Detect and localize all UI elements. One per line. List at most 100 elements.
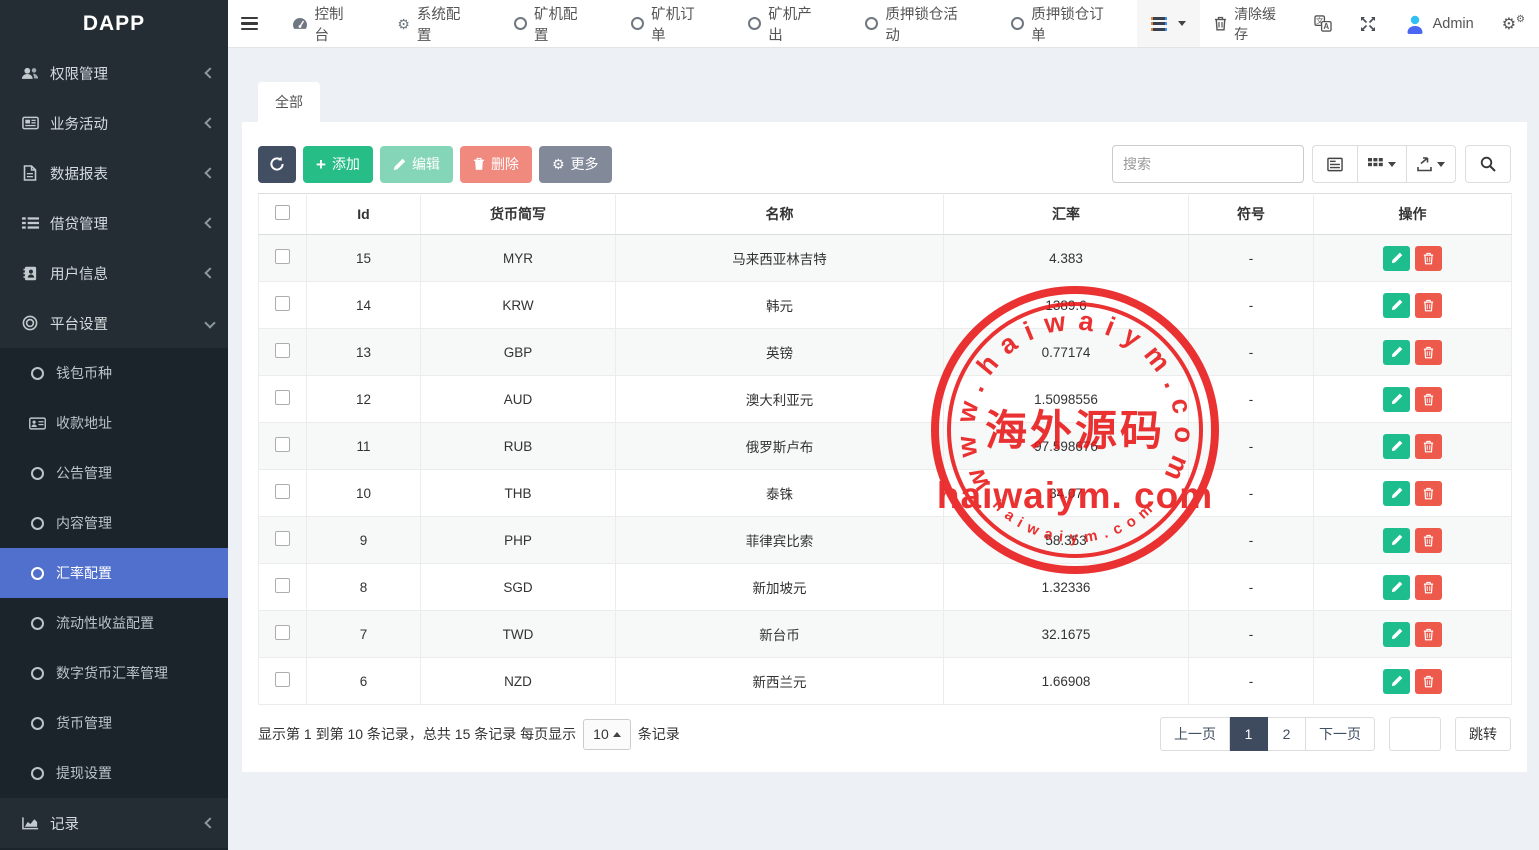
row-checkbox[interactable] <box>275 390 290 405</box>
row-delete-button[interactable] <box>1415 340 1442 365</box>
nav-item-system-config[interactable]: ⚙ 系统配置 <box>377 0 494 47</box>
row-edit-button[interactable] <box>1383 669 1410 694</box>
row-delete-button[interactable] <box>1415 528 1442 553</box>
row-delete-button[interactable] <box>1415 293 1442 318</box>
row-edit-button[interactable] <box>1383 622 1410 647</box>
nav-item-miner-orders[interactable]: 矿机订单 <box>611 0 728 47</box>
prev-page-button[interactable]: 上一页 <box>1160 717 1230 751</box>
nav-item-miner-output[interactable]: 矿机产出 <box>728 0 845 47</box>
sidebar-item-label: 记录 <box>50 813 206 834</box>
row-edit-button[interactable] <box>1383 528 1410 553</box>
sidebar-item-label: 货币管理 <box>56 713 112 733</box>
clear-cache-button[interactable]: 清除缓存 <box>1200 0 1300 47</box>
search-input[interactable] <box>1112 145 1304 183</box>
admin-user-menu[interactable]: Admin <box>1390 0 1488 47</box>
row-checkbox[interactable] <box>275 531 290 546</box>
sidebar-item-business[interactable]: 业务活动 <box>0 98 228 148</box>
table-row: 7 TWD 新台币 32.1675 - <box>259 611 1512 658</box>
sidebar-item-lending[interactable]: 借贷管理 <box>0 198 228 248</box>
page-button-1[interactable]: 1 <box>1230 717 1268 751</box>
row-checkbox[interactable] <box>275 672 290 687</box>
cell-rate: 1.66908 <box>944 658 1189 705</box>
sidebar-item-records[interactable]: 记录 <box>0 798 228 848</box>
sidebar-item-wallet-coins[interactable]: 钱包币种 <box>0 348 228 398</box>
cogs-icon[interactable]: ⚙⚙ <box>1488 0 1539 47</box>
sidebar-item-permissions[interactable]: 权限管理 <box>0 48 228 98</box>
newspaper-icon <box>18 116 42 130</box>
row-edit-button[interactable] <box>1383 434 1410 459</box>
col-header-symbol[interactable]: 符号 <box>1189 194 1314 235</box>
select-all-checkbox[interactable] <box>275 205 290 220</box>
nav-menu-dropdown-button[interactable] <box>1137 0 1200 47</box>
nav-item-staking-activity[interactable]: 质押锁仓活动 <box>845 0 991 47</box>
row-checkbox[interactable] <box>275 437 290 452</box>
next-page-button[interactable]: 下一页 <box>1306 717 1375 751</box>
sidebar-item-exchange-rate-config[interactable]: 汇率配置 <box>0 548 228 598</box>
page-size-dropdown[interactable]: 10 <box>583 719 631 750</box>
sidebar-toggle-button[interactable] <box>228 0 272 47</box>
sidebar-item-crypto-rate-management[interactable]: 数字货币汇率管理 <box>0 648 228 698</box>
row-edit-button[interactable] <box>1383 481 1410 506</box>
file-icon <box>18 165 42 181</box>
sidebar-item-platform-settings[interactable]: 平台设置 <box>0 298 228 348</box>
sidebar-item-content-management[interactable]: 内容管理 <box>0 498 228 548</box>
chevron-left-icon <box>204 67 215 78</box>
sidebar-item-reports[interactable]: 数据报表 <box>0 148 228 198</box>
language-switch-button[interactable]: 文A <box>1300 0 1346 47</box>
refresh-button[interactable] <box>258 146 296 183</box>
col-header-name[interactable]: 名称 <box>616 194 944 235</box>
col-header-rate[interactable]: 汇率 <box>944 194 1189 235</box>
nav-item-miner-config[interactable]: 矿机配置 <box>494 0 611 47</box>
row-edit-button[interactable] <box>1383 246 1410 271</box>
add-button[interactable]: + 添加 <box>303 146 373 183</box>
more-label: 更多 <box>571 154 599 174</box>
row-checkbox[interactable] <box>275 625 290 640</box>
col-header-code[interactable]: 货币简写 <box>421 194 616 235</box>
row-edit-button[interactable] <box>1383 340 1410 365</box>
nav-item-label: 质押锁仓订单 <box>1031 3 1117 45</box>
sidebar-item-label: 数据报表 <box>50 163 206 184</box>
more-button[interactable]: ⚙ 更多 <box>539 146 612 183</box>
col-header-actions: 操作 <box>1314 194 1512 235</box>
export-button[interactable] <box>1407 145 1456 183</box>
tab-all[interactable]: 全部 <box>258 82 320 122</box>
sidebar-item-payment-address[interactable]: 收款地址 <box>0 398 228 448</box>
row-delete-button[interactable] <box>1415 481 1442 506</box>
sidebar-item-users-info[interactable]: 用户信息 <box>0 248 228 298</box>
jump-button[interactable]: 跳转 <box>1455 717 1511 751</box>
gear-icon: ⚙ <box>397 17 410 31</box>
detail-view-button[interactable] <box>1312 145 1358 183</box>
row-delete-button[interactable] <box>1415 434 1442 459</box>
columns-button[interactable] <box>1358 145 1407 183</box>
sidebar-item-label: 权限管理 <box>50 63 206 84</box>
search-button[interactable] <box>1465 145 1511 183</box>
row-edit-button[interactable] <box>1383 387 1410 412</box>
nav-item-staking-orders[interactable]: 质押锁仓订单 <box>991 0 1137 47</box>
jump-page-input[interactable] <box>1389 717 1441 751</box>
sidebar-item-liquidity-income-config[interactable]: 流动性收益配置 <box>0 598 228 648</box>
edit-button[interactable]: 编辑 <box>380 146 453 183</box>
row-delete-button[interactable] <box>1415 246 1442 271</box>
row-checkbox[interactable] <box>275 343 290 358</box>
page-button-2[interactable]: 2 <box>1268 717 1306 751</box>
row-delete-button[interactable] <box>1415 387 1442 412</box>
row-delete-button[interactable] <box>1415 669 1442 694</box>
row-delete-button[interactable] <box>1415 575 1442 600</box>
row-checkbox[interactable] <box>275 484 290 499</box>
cell-symbol: - <box>1189 423 1314 470</box>
sidebar-item-label: 业务活动 <box>50 113 206 134</box>
row-checkbox[interactable] <box>275 249 290 264</box>
row-edit-button[interactable] <box>1383 293 1410 318</box>
row-delete-button[interactable] <box>1415 622 1442 647</box>
delete-button[interactable]: 删除 <box>460 146 532 183</box>
nav-item-dashboard[interactable]: 控制台 <box>272 0 378 47</box>
sidebar-item-currency-management[interactable]: 货币管理 <box>0 698 228 748</box>
sidebar-item-withdrawal-settings[interactable]: 提现设置 <box>0 748 228 798</box>
row-checkbox[interactable] <box>275 296 290 311</box>
row-checkbox[interactable] <box>275 578 290 593</box>
fullscreen-icon[interactable] <box>1346 0 1390 47</box>
col-header-id[interactable]: Id <box>307 194 421 235</box>
row-edit-button[interactable] <box>1383 575 1410 600</box>
sidebar-item-announcements[interactable]: 公告管理 <box>0 448 228 498</box>
caret-up-icon <box>613 732 621 737</box>
